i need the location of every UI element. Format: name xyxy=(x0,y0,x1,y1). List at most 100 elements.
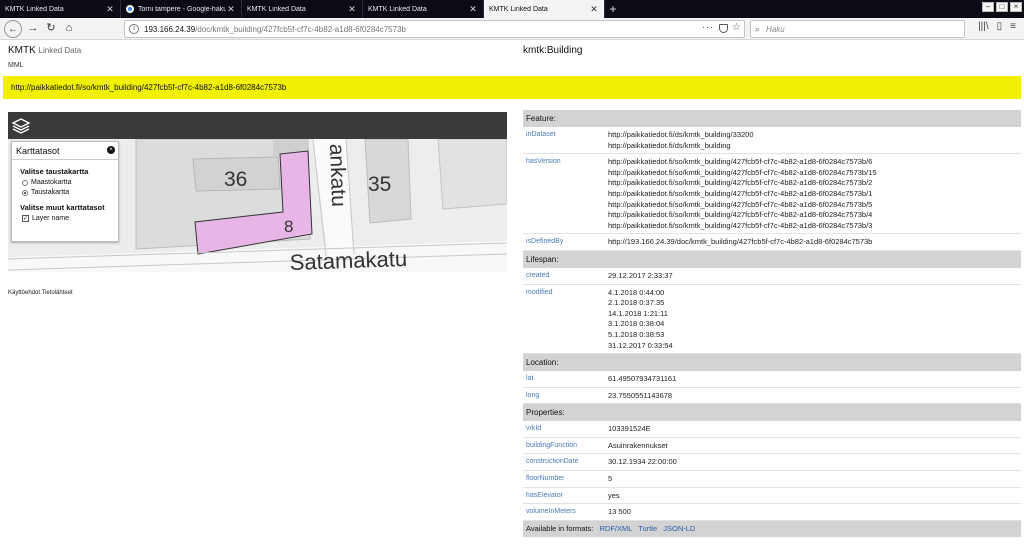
value-link[interactable]: http://paikkatiedot.fi/so/kmtk_building/… xyxy=(608,210,1021,221)
home-icon[interactable]: ⌂ xyxy=(60,20,78,38)
map-attribution[interactable]: Käyttöehdot Tietolähteet xyxy=(8,290,73,296)
property-key-link[interactable]: isDefinedBy xyxy=(523,234,605,250)
value-link[interactable]: http://paikkatiedot.fi/so/kmtk_building/… xyxy=(608,200,1021,211)
organization-label: MML xyxy=(8,62,24,69)
forward-button[interactable]: → xyxy=(24,20,42,38)
map-toolbar xyxy=(8,112,507,139)
property-value: 29.12.2017 2:33:37 xyxy=(608,270,673,280)
value-item: 31.12.2017 0:33:54 xyxy=(608,340,673,350)
tab-close-icon[interactable]: ✕ xyxy=(347,4,357,15)
property-key-link[interactable]: lat xyxy=(523,371,605,387)
layer-name-label: Layer name xyxy=(32,215,69,222)
format-link-jsonld[interactable]: JSON-LD xyxy=(663,524,695,533)
new-tab-button[interactable]: + xyxy=(605,0,621,18)
formats-bar: Available in formats: RDF/XML Turtle JSO… xyxy=(523,520,1021,537)
table-row: hasElevator yes xyxy=(523,488,1021,505)
property-key-link[interactable]: modified xyxy=(523,285,605,354)
panel-close-icon[interactable]: × xyxy=(107,146,115,154)
option-label: Maastokartta xyxy=(31,179,72,186)
browser-tab-5-active[interactable]: KMTK Linked Data ✕ xyxy=(484,0,605,18)
value-link[interactable]: http://paikkatiedot.fi/ds/kmtk_building/… xyxy=(608,130,1021,141)
property-value: 4.1.2018 0:44:00 2.1.2018 0:37:35 14.1.2… xyxy=(605,285,1021,354)
format-link-rdfxml[interactable]: RDF/XML xyxy=(600,524,633,533)
layer-checkbox-row[interactable]: ✓ Layer name xyxy=(12,212,118,222)
table-row: lat 61.49507934731161 xyxy=(523,371,1021,388)
property-value: 23.7550551143678 xyxy=(608,390,673,400)
property-key-link[interactable]: vrkId xyxy=(523,421,605,437)
checkbox-checked-icon[interactable]: ✓ xyxy=(22,215,29,222)
browser-tab-1[interactable]: KMTK Linked Data ✕ xyxy=(0,0,121,18)
property-key-link[interactable]: constructionDate xyxy=(523,454,605,470)
format-link-turtle[interactable]: Turtle xyxy=(638,524,657,533)
property-key-link[interactable]: created xyxy=(523,268,605,284)
radio-selected-icon[interactable] xyxy=(22,189,28,196)
radio-unselected-icon[interactable] xyxy=(22,179,28,186)
tracking-shield-icon[interactable] xyxy=(719,24,728,33)
resource-type-title: kmtk:Building xyxy=(523,45,583,56)
map-viewer[interactable]: 36 35 8 Satamakatu ankatu Karttatasot × … xyxy=(8,112,507,272)
tab-label: Torni tampere - Google-haku xyxy=(138,5,226,13)
site-brand[interactable]: KMTK Linked Data xyxy=(8,45,81,56)
tab-close-icon[interactable]: ✕ xyxy=(589,4,599,15)
minimize-icon[interactable]: – xyxy=(982,2,994,12)
property-value: 5 xyxy=(608,474,613,484)
property-key-link[interactable]: floorNumber xyxy=(523,471,605,487)
page-actions-icon[interactable]: ··· xyxy=(702,22,714,32)
property-key-link[interactable]: hasElevator xyxy=(523,488,605,504)
browser-tab-3[interactable]: KMTK Linked Data ✕ xyxy=(242,0,363,18)
site-info-icon[interactable]: i xyxy=(129,24,139,34)
value-item: 4.1.2018 0:44:00 xyxy=(608,287,665,297)
property-key-link[interactable]: long xyxy=(523,388,605,404)
browser-tab-2[interactable]: Torni tampere - Google-haku ✕ xyxy=(121,0,242,18)
property-value: 30.12.1934 22:00:00 xyxy=(608,457,677,467)
search-placeholder: Haku xyxy=(766,24,785,34)
value-link[interactable]: http://193.166.24.39/doc/kmtk_building/4… xyxy=(605,234,1021,250)
property-value: Asuinrakennukset xyxy=(608,440,668,450)
map-label-block-35: 35 xyxy=(368,173,391,196)
browser-tab-4[interactable]: KMTK Linked Data ✕ xyxy=(363,0,484,18)
properties-table: Feature: inDataset http://paikkatiedot.f… xyxy=(523,110,1021,537)
value-link[interactable]: http://paikkatiedot.fi/so/kmtk_building/… xyxy=(608,168,1021,179)
value-item: 5.1.2018 0:38:53 xyxy=(608,329,665,339)
value-link[interactable]: http://paikkatiedot.fi/so/kmtk_building/… xyxy=(608,221,1021,232)
menu-icon[interactable]: ≡ xyxy=(1010,21,1016,32)
property-key-link[interactable]: buildingFunction xyxy=(523,438,605,454)
reload-icon[interactable]: ↻ xyxy=(42,20,60,38)
property-key-link[interactable]: hasVersion xyxy=(523,154,605,233)
property-key-link[interactable]: inDataset xyxy=(523,127,605,153)
formats-label: Available in formats: xyxy=(526,523,594,533)
value-item: 14.1.2018 1:21:11 xyxy=(608,308,668,318)
close-window-icon[interactable]: × xyxy=(1010,2,1022,12)
radio-taustakartta[interactable]: Taustakartta xyxy=(12,186,118,196)
layers-panel-title: Karttatasot xyxy=(12,142,118,160)
tab-close-icon[interactable]: ✕ xyxy=(226,4,236,15)
value-link[interactable]: http://paikkatiedot.fi/so/kmtk_building/… xyxy=(608,178,1021,189)
address-bar[interactable]: i 193.166.24.39/doc/kmtk_building/427fcb… xyxy=(124,20,745,38)
map-label-building-number: 8 xyxy=(284,217,293,236)
tab-close-icon[interactable]: ✕ xyxy=(105,4,115,15)
window-controls: – □ × xyxy=(982,2,1022,12)
table-row: long 23.7550551143678 xyxy=(523,388,1021,405)
google-favicon-icon xyxy=(126,5,134,13)
value-link[interactable]: http://paikkatiedot.fi/so/kmtk_building/… xyxy=(608,189,1021,200)
table-row: modified 4.1.2018 0:44:00 2.1.2018 0:37:… xyxy=(523,285,1021,355)
bookmark-star-icon[interactable]: ☆ xyxy=(732,22,741,33)
back-button[interactable]: ← xyxy=(4,19,22,38)
layers-icon[interactable] xyxy=(11,116,31,136)
property-key-link[interactable]: volumeInMeters xyxy=(523,504,605,520)
table-row: created 29.12.2017 2:33:37 xyxy=(523,268,1021,285)
search-input[interactable]: ⌕ Haku xyxy=(750,20,965,38)
resource-uri-bar: http://paikkatiedot.fi/so/kmtk_building/… xyxy=(3,76,1021,99)
tab-close-icon[interactable]: ✕ xyxy=(468,4,478,15)
value-link[interactable]: http://paikkatiedot.fi/so/kmtk_building/… xyxy=(608,157,1021,168)
value-link[interactable]: http://paikkatiedot.fi/ds/kmtk_building xyxy=(608,141,1021,152)
property-value: 103391524E xyxy=(608,424,651,434)
search-icon: ⌕ xyxy=(755,23,761,34)
sidebar-icon[interactable]: ▯ xyxy=(997,21,1003,32)
maximize-icon[interactable]: □ xyxy=(996,2,1008,12)
background-map-heading: Valitse taustakartta xyxy=(20,167,89,176)
table-row: isDefinedBy http://193.166.24.39/doc/kmt… xyxy=(523,234,1021,251)
radio-maastokartta[interactable]: Maastokartta xyxy=(12,176,118,186)
property-value: 13 500 xyxy=(608,507,631,517)
library-icon[interactable]: |||\ xyxy=(978,21,989,32)
